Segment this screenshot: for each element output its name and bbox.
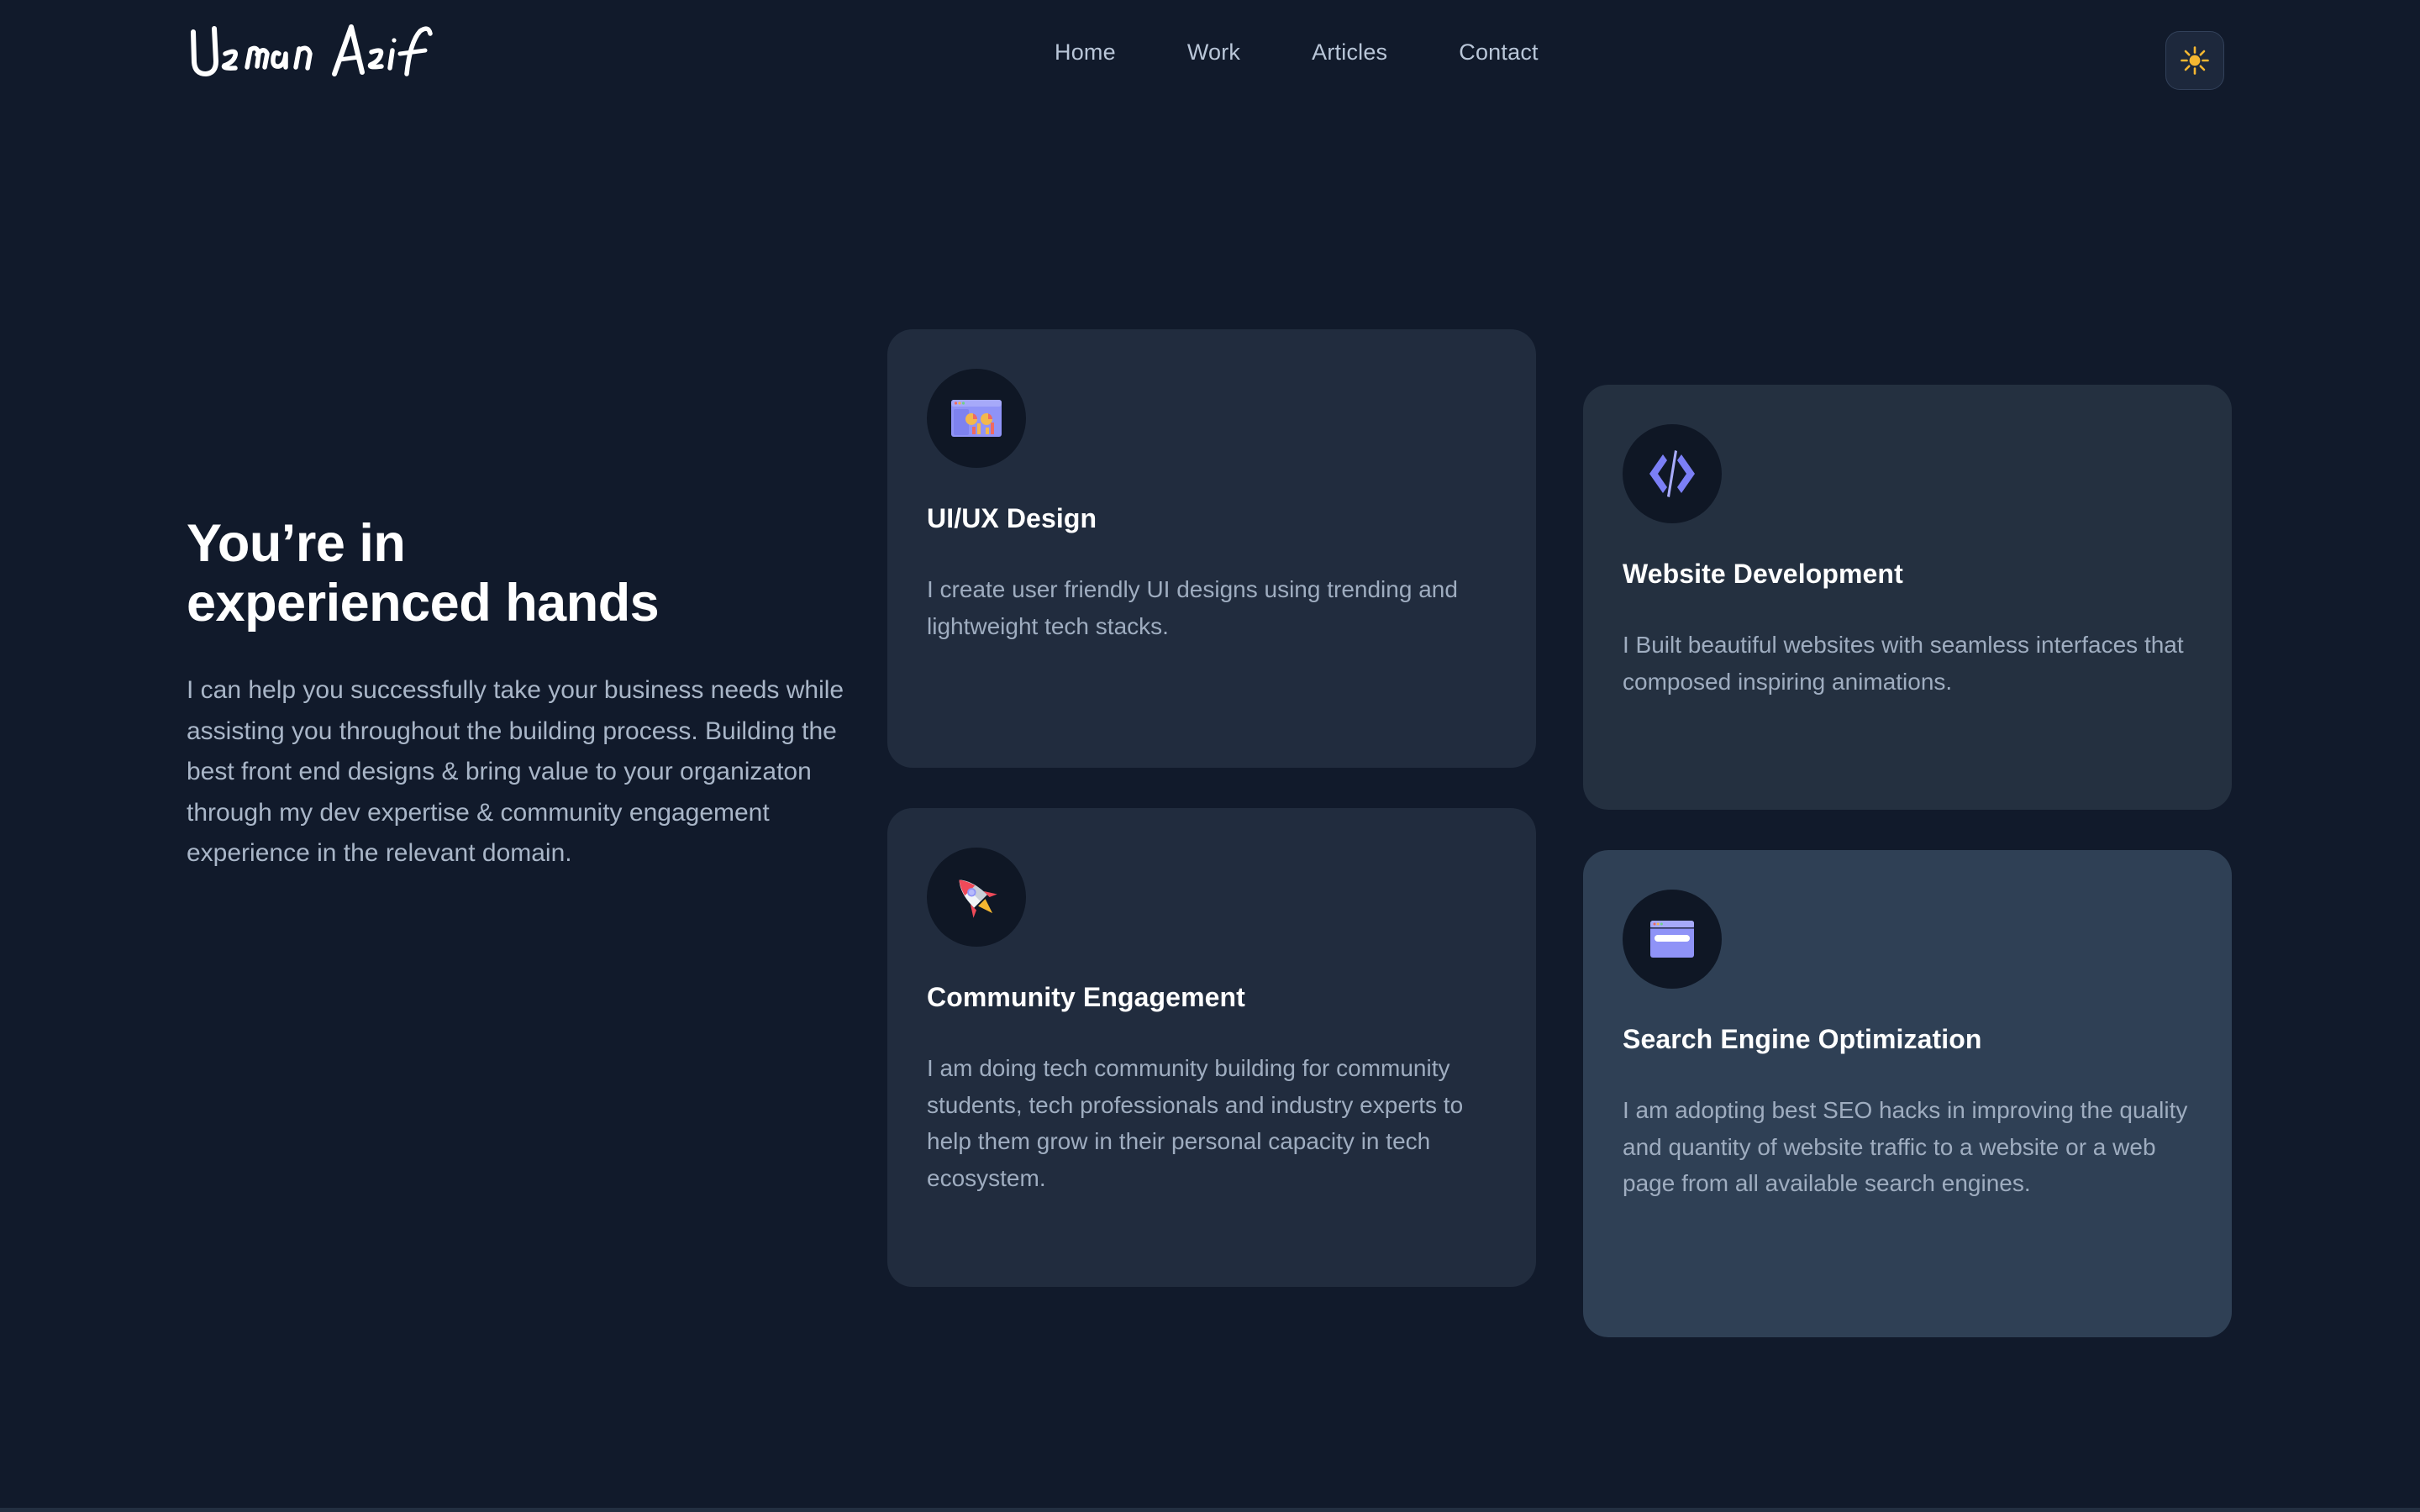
page-title-line1: You’re in [187,514,406,573]
service-card-title: Search Engine Optimization [1623,1024,1982,1054]
service-card-title: Community Engagement [927,982,1245,1012]
service-card-search-engine-optimization[interactable]: Search Engine Optimization I am adopting… [1583,850,2232,1337]
service-card-website-development[interactable]: Website Development I Built beautiful we… [1583,385,2232,810]
service-card-title: UI/UX Design [927,503,1097,533]
intro-paragraph: I can help you successfully take your bu… [187,676,844,868]
intro-section: You’re in experienced hands I can help y… [187,514,867,874]
code-brackets-icon [1649,450,1695,497]
search-bar-window-icon [1650,921,1694,958]
dashboard-window-icon [951,400,1002,437]
footer-strip [0,1508,2420,1512]
search-bar-window-icon-wrap [1623,890,1722,989]
service-card-title: Website Development [1623,559,1903,589]
services-card-grid: UI/UX Design I create user friendly UI d… [887,0,2316,1512]
dashboard-window-icon-wrap [927,369,1026,468]
page-title-line2: experienced hands [187,573,660,633]
service-card-uiux-design[interactable]: UI/UX Design I create user friendly UI d… [887,329,1536,768]
service-card-body: I create user friendly UI designs using … [927,576,1458,639]
service-card-body: I Built beautiful websites with seamless… [1623,632,2184,695]
service-card-body: I am doing tech community building for c… [927,1055,1464,1192]
rocket-icon [959,879,997,918]
service-card-community-engagement[interactable]: Community Engagement I am doing tech com… [887,808,1536,1287]
service-card-body: I am adopting best SEO hacks in improvin… [1623,1097,2188,1197]
code-brackets-icon-wrap [1623,424,1722,523]
page-title: You’re in experienced hands [187,514,867,633]
main-content: You’re in experienced hands I can help y… [0,0,2420,1512]
rocket-icon-wrap [927,848,1026,947]
